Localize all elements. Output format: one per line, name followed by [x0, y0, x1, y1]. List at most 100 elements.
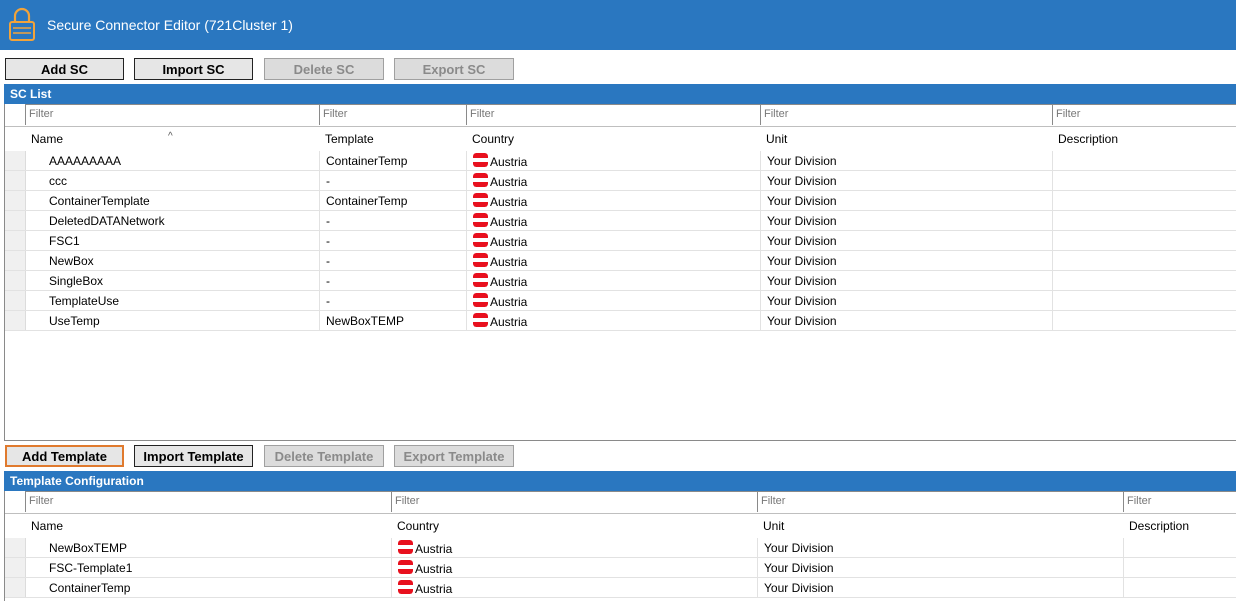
- austria-flag-icon: [473, 313, 488, 328]
- filter-unit[interactable]: Filter: [760, 104, 1052, 125]
- cell-name: SingleBox: [49, 274, 104, 288]
- template-toolbar: Add Template Import Template Delete Temp…: [0, 441, 1236, 469]
- table-row[interactable]: ContainerTemplate ContainerTemp Austria You…: [5, 191, 1236, 211]
- filter-country[interactable]: Filter: [466, 104, 760, 125]
- add-template-button[interactable]: Add Template: [5, 445, 124, 467]
- cell-template: -: [319, 291, 466, 310]
- table-row[interactable]: ContainerTemp Austria Your Division: [5, 578, 1236, 598]
- cell-country: Austria: [391, 558, 757, 577]
- column-header-country[interactable]: Country: [466, 126, 760, 151]
- cell-unit: Your Division: [760, 291, 1052, 310]
- cell-unit: Your Division: [760, 251, 1052, 270]
- import-sc-button[interactable]: Import SC: [134, 58, 253, 80]
- row-selector[interactable]: [5, 171, 26, 190]
- tpl-column-header-description[interactable]: Description: [1123, 513, 1236, 538]
- filter-name[interactable]: Filter: [25, 104, 319, 125]
- cell-country: Austria: [391, 538, 757, 557]
- table-row[interactable]: FSC-Template1 Austria Your Division: [5, 558, 1236, 578]
- row-selector[interactable]: [5, 311, 26, 330]
- austria-flag-icon: [473, 213, 488, 228]
- cell-description: [1052, 291, 1236, 310]
- austria-flag-icon: [473, 173, 488, 188]
- row-selector[interactable]: [5, 558, 26, 577]
- row-selector[interactable]: [5, 578, 26, 597]
- cell-name: DeletedDATANetwork: [49, 214, 165, 228]
- table-row[interactable]: UseTemp NewBoxTEMP Austria Your Division: [5, 311, 1236, 331]
- austria-flag-icon: [398, 580, 413, 595]
- cell-description: [1052, 191, 1236, 210]
- filter-template[interactable]: Filter: [319, 104, 466, 125]
- cell-description: [1052, 171, 1236, 190]
- filter-template-description[interactable]: Filter: [1123, 491, 1236, 512]
- column-header-unit[interactable]: Unit: [760, 126, 1052, 151]
- cell-unit: Your Division: [760, 231, 1052, 250]
- cell-country: Austria: [466, 211, 760, 230]
- filter-description[interactable]: Filter: [1052, 104, 1236, 125]
- austria-flag-icon: [398, 540, 413, 555]
- cell-template: ContainerTemp: [319, 151, 466, 170]
- cell-unit: Your Division: [757, 578, 1123, 597]
- filter-template-name[interactable]: Filter: [25, 491, 391, 512]
- cell-template: -: [319, 271, 466, 290]
- tpl-column-header-name[interactable]: Name: [25, 513, 391, 538]
- country-label: Austria: [415, 561, 453, 576]
- cell-description: [1052, 311, 1236, 330]
- cell-description: [1123, 578, 1236, 597]
- delete-template-button[interactable]: Delete Template: [264, 445, 384, 467]
- table-row[interactable]: NewBox - Austria Your Division: [5, 251, 1236, 271]
- row-selector[interactable]: [5, 538, 26, 557]
- lock-icon: [9, 7, 35, 41]
- table-row[interactable]: AAAAAAAAA ContainerTemp Austria Your Divisi…: [5, 151, 1236, 171]
- filter-template-unit[interactable]: Filter: [757, 491, 1123, 512]
- row-selector[interactable]: [5, 291, 26, 310]
- column-header-name[interactable]: Name ^: [25, 126, 319, 151]
- template-config-grid: Filter Filter Filter Filter Name Country…: [4, 491, 1236, 601]
- table-row[interactable]: DeletedDATANetwork - Austria Your Division: [5, 211, 1236, 231]
- title-bar: Secure Connector Editor (721Cluster 1): [0, 0, 1236, 50]
- cell-country: Austria: [466, 271, 760, 290]
- cell-country: Austria: [466, 311, 760, 330]
- austria-flag-icon: [473, 273, 488, 288]
- column-header-template[interactable]: Template: [319, 126, 466, 151]
- cell-description: [1052, 211, 1236, 230]
- cell-description: [1052, 151, 1236, 170]
- table-row[interactable]: ccc - Austria Your Division: [5, 171, 1236, 191]
- austria-flag-icon: [473, 293, 488, 308]
- cell-unit: Your Division: [760, 171, 1052, 190]
- country-label: Austria: [490, 254, 528, 269]
- table-row[interactable]: TemplateUse - Austria Your Division: [5, 291, 1236, 311]
- cell-name: NewBoxTEMP: [49, 541, 128, 555]
- cell-unit: Your Division: [760, 271, 1052, 290]
- cell-name: ccc: [49, 174, 67, 188]
- cell-country: Austria: [466, 191, 760, 210]
- row-selector[interactable]: [5, 211, 26, 230]
- import-template-button[interactable]: Import Template: [134, 445, 253, 467]
- row-selector[interactable]: [5, 231, 26, 250]
- sc-toolbar: Add SC Import SC Delete SC Export SC: [0, 54, 1236, 82]
- tpl-column-header-country[interactable]: Country: [391, 513, 757, 538]
- row-selector[interactable]: [5, 191, 26, 210]
- export-sc-button[interactable]: Export SC: [394, 58, 514, 80]
- cell-country: Austria: [391, 578, 757, 597]
- country-label: Austria: [490, 214, 528, 229]
- austria-flag-icon: [473, 193, 488, 208]
- table-row[interactable]: NewBoxTEMP Austria Your Division: [5, 538, 1236, 558]
- row-selector[interactable]: [5, 271, 26, 290]
- cell-country: Austria: [466, 151, 760, 170]
- cell-description: [1123, 538, 1236, 557]
- delete-sc-button[interactable]: Delete SC: [264, 58, 384, 80]
- tpl-column-header-unit[interactable]: Unit: [757, 513, 1123, 538]
- add-sc-button[interactable]: Add SC: [5, 58, 124, 80]
- table-row[interactable]: SingleBox - Austria Your Division: [5, 271, 1236, 291]
- row-selector[interactable]: [5, 151, 26, 170]
- table-row[interactable]: FSC1 - Austria Your Division: [5, 231, 1236, 251]
- template-filter-row: Filter Filter Filter Filter: [5, 491, 1236, 514]
- cell-description: [1052, 231, 1236, 250]
- sc-filter-row: Filter Filter Filter Filter Filter: [5, 104, 1236, 127]
- export-template-button[interactable]: Export Template: [394, 445, 514, 467]
- column-header-description[interactable]: Description: [1052, 126, 1236, 151]
- row-selector[interactable]: [5, 251, 26, 270]
- cell-unit: Your Division: [760, 311, 1052, 330]
- country-label: Austria: [415, 541, 453, 556]
- filter-template-country[interactable]: Filter: [391, 491, 757, 512]
